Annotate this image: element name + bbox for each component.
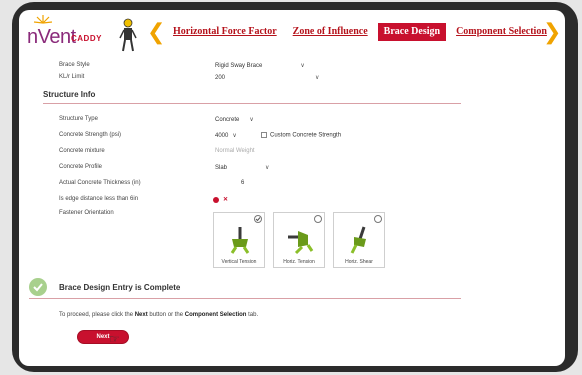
tab-zone-of-influence[interactable]: Zone of Influence (287, 23, 374, 41)
radio-checked-icon[interactable] (254, 215, 262, 223)
complete-check-icon (29, 278, 47, 296)
edge-distance-label: Is edge distance less than 6in (59, 196, 139, 202)
logo-sub: CADDY (71, 34, 102, 43)
edge-distance-x[interactable]: ✕ (223, 196, 228, 203)
concrete-profile-value: Slab (215, 165, 228, 171)
divider (29, 298, 461, 299)
tab-bar: Horizontal Force Factor Zone of Influenc… (167, 23, 557, 43)
fastener-orientation-label: Fastener Orientation (59, 210, 114, 216)
chevron-down-icon: ∨ (265, 165, 270, 171)
proceed-next-word: Next (134, 312, 148, 318)
logo-text: nVent (27, 26, 76, 48)
chevron-down-icon: ∨ (315, 75, 320, 81)
thickness-label: Actual Concrete Thickness (in) (59, 180, 141, 186)
fastener-option-vertical-tension[interactable]: Vertical Tension (213, 212, 265, 268)
edge-distance-radio[interactable] (213, 197, 219, 203)
radio-icon[interactable] (314, 215, 322, 223)
structure-type-value: Concrete (215, 117, 240, 123)
structure-info-heading: Structure Info (43, 90, 96, 99)
chevron-down-icon: ∨ (232, 133, 237, 139)
anchor-horiz-tension-icon (288, 231, 314, 255)
chevron-left-icon[interactable]: ❮ (147, 22, 165, 44)
header: nVent CADDY ❮ Horizontal Force Factor Zo… (19, 10, 565, 56)
concrete-profile-select[interactable]: Slab ∨ (215, 164, 269, 171)
custom-strength-label: Custom Concrete Strength (270, 132, 342, 139)
proceed-mid: button or the (147, 312, 185, 318)
next-button[interactable]: Next (77, 330, 129, 344)
tab-component-selection[interactable]: Component Selection (450, 23, 553, 41)
brace-style-value: Rigid Sway Brace (215, 63, 263, 69)
brace-style-select[interactable]: Rigid Sway Brace ∨ (215, 62, 305, 69)
chevron-down-icon: ∨ (300, 63, 305, 69)
completion-title: Brace Design Entry is Complete (59, 283, 181, 292)
radio-icon[interactable] (374, 215, 382, 223)
chevron-right-icon[interactable]: ❯ (543, 22, 561, 44)
concrete-mixture-label: Concrete mixture (59, 148, 105, 154)
logo-rays-icon (33, 15, 53, 24)
concrete-strength-value: 4000 (215, 133, 229, 139)
concrete-strength-select[interactable]: 4000 ∨ (215, 132, 237, 139)
fastener-caption: Vertical Tension (221, 259, 257, 265)
proceed-prefix: To proceed, please click the (59, 312, 135, 318)
proceed-instructions: To proceed, please click the Next button… (59, 312, 258, 318)
tab-horizontal-force-factor[interactable]: Horizontal Force Factor (167, 23, 283, 41)
structure-type-label: Structure Type (59, 116, 98, 122)
nvent-caddy-logo: nVent CADDY (27, 14, 145, 54)
concrete-profile-label: Concrete Profile (59, 164, 103, 170)
app-screen: nVent CADDY ❮ Horizontal Force Factor Zo… (19, 10, 565, 366)
custom-strength-checkbox[interactable] (261, 132, 267, 138)
kl-limit-label: KL/r Limit (59, 74, 85, 80)
kl-limit-select[interactable]: 200 ∨ (215, 74, 319, 81)
structure-type-select[interactable]: Concrete ∨ (215, 116, 254, 123)
fastener-option-horiz-tension[interactable]: Horiz. Tension (273, 212, 325, 268)
anchor-horiz-shear-icon (350, 226, 366, 254)
fastener-option-horiz-shear[interactable]: Horiz. Shear (333, 212, 385, 268)
divider (43, 103, 461, 104)
tab-brace-design[interactable]: Brace Design (377, 23, 447, 41)
concrete-strength-label: Concrete Strength (psi) (59, 132, 122, 138)
proceed-suffix: tab. (246, 312, 259, 318)
kl-limit-value: 200 (215, 75, 226, 81)
thickness-input[interactable]: 6 (241, 180, 244, 186)
chevron-down-icon: ∨ (249, 117, 254, 123)
custom-strength-checkbox-group[interactable]: Custom Concrete Strength (253, 132, 341, 139)
brace-style-label: Brace Style (59, 62, 90, 68)
concrete-mixture-value: Normal Weight (215, 148, 255, 154)
fastener-caption: Horiz. Tension (283, 259, 315, 265)
hand-cursor-icon: ☞ (109, 332, 120, 346)
fastener-caption: Horiz. Shear (345, 259, 373, 265)
anchor-vertical-icon (230, 227, 250, 254)
proceed-tab-word: Component Selection (184, 312, 247, 318)
caddy-mascot-icon (119, 18, 137, 52)
